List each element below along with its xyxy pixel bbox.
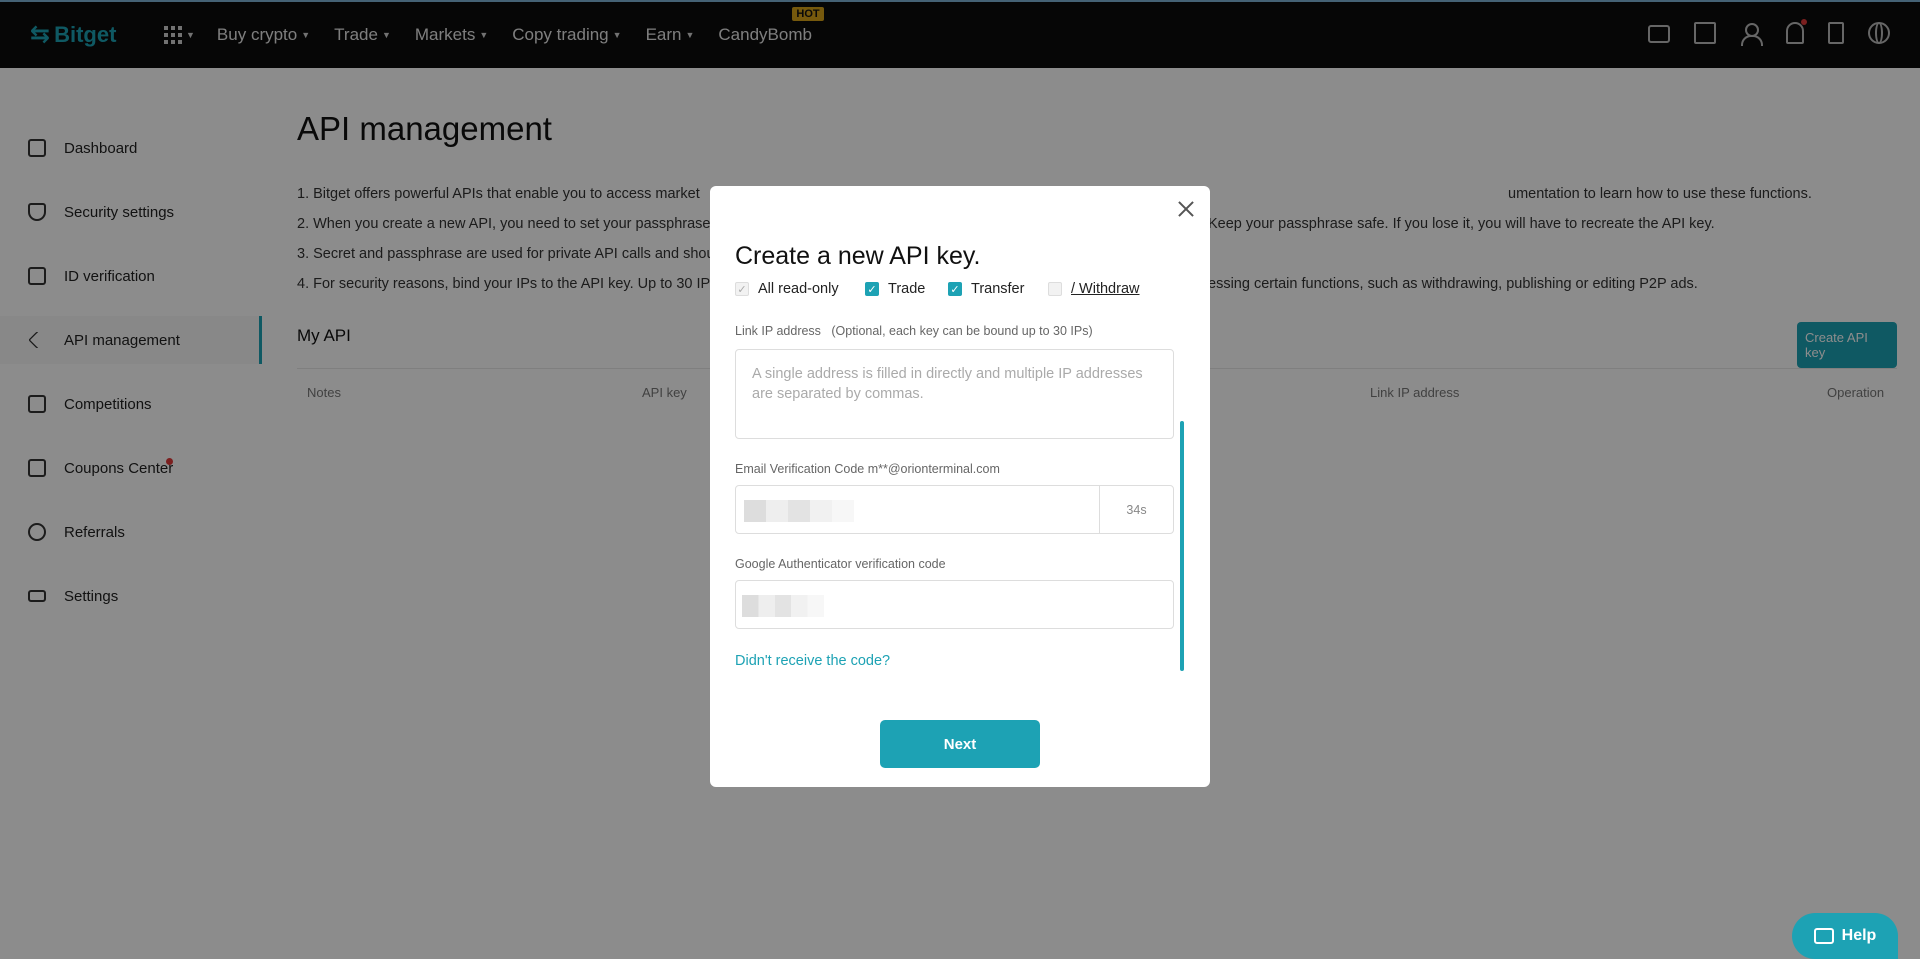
perm-label: All read-only (758, 281, 839, 297)
create-api-key-modal: Create a new API key. ✓ All read-only ✓ … (710, 186, 1210, 787)
ip-label: Link IP address (Optional, each key can … (735, 324, 1093, 338)
help-label: Help (1841, 927, 1877, 944)
ip-address-input[interactable]: A single address is filled in directly a… (735, 349, 1174, 439)
email-code-input[interactable]: 34s (735, 485, 1174, 534)
perm-label: Transfer (971, 281, 1025, 297)
modal-backdrop-top (0, 0, 1920, 68)
checkbox-withdraw[interactable] (1048, 282, 1062, 296)
ip-hint: (Optional, each key can be bound up to 3… (831, 324, 1093, 338)
masked-code (742, 595, 824, 617)
perm-transfer[interactable]: ✓ Transfer (948, 281, 1024, 297)
checkbox-trade[interactable]: ✓ (865, 282, 879, 296)
perm-withdraw[interactable]: / Withdraw (1048, 281, 1140, 297)
checkbox-transfer[interactable]: ✓ (948, 282, 962, 296)
perm-label[interactable]: / Withdraw (1071, 281, 1140, 297)
perm-trade[interactable]: ✓ Trade (865, 281, 925, 297)
masked-code (744, 500, 854, 522)
modal-title: Create a new API key. (735, 242, 981, 270)
perm-read-only: ✓ All read-only (735, 281, 839, 297)
next-button[interactable]: Next (880, 720, 1040, 768)
ga-code-label: Google Authenticator verification code (735, 557, 946, 571)
ip-label-text: Link IP address (735, 324, 821, 338)
checkbox-read-only: ✓ (735, 282, 749, 296)
help-button[interactable]: Help (1792, 913, 1898, 959)
perm-label: Trade (888, 281, 926, 297)
email-code-label: Email Verification Code m**@oriontermina… (735, 462, 1000, 476)
modal-scrollbar[interactable] (1180, 421, 1184, 671)
chat-icon (1813, 928, 1834, 944)
close-icon[interactable] (1177, 200, 1195, 218)
resend-timer: 34s (1099, 486, 1173, 533)
didnt-receive-code-link[interactable]: Didn't receive the code? (735, 653, 890, 669)
ga-code-input[interactable] (735, 580, 1174, 629)
